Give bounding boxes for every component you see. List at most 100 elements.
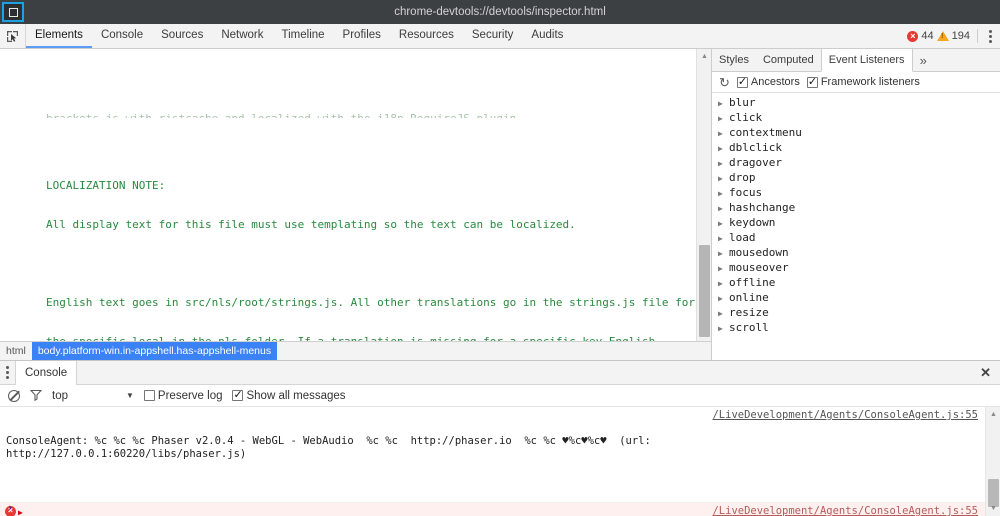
console-message-text: ConsoleAgent: %c %c %c Phaser v2.0.4 - W… bbox=[6, 435, 982, 461]
listener-item[interactable]: ▶focus bbox=[712, 186, 1000, 201]
listener-item[interactable]: ▶contextmenu bbox=[712, 126, 1000, 141]
listener-label: resize bbox=[729, 306, 769, 319]
listener-item[interactable]: ▶load bbox=[712, 231, 1000, 246]
tab-event-listeners[interactable]: Event Listeners bbox=[821, 49, 913, 72]
event-listeners-toolbar: ↻ Ancestors Framework listeners bbox=[712, 72, 1000, 93]
expand-arrow-icon[interactable]: ▶ bbox=[718, 97, 726, 111]
drawer-tab-console[interactable]: Console bbox=[15, 361, 77, 385]
listener-item[interactable]: ▶blur bbox=[712, 96, 1000, 111]
tab-network[interactable]: Network bbox=[212, 24, 272, 48]
listener-item[interactable]: ▶resize bbox=[712, 306, 1000, 321]
framework-listeners-checkbox[interactable]: Framework listeners bbox=[807, 76, 920, 88]
framework-listeners-label: Framework listeners bbox=[821, 76, 920, 88]
filter-icon[interactable] bbox=[30, 389, 42, 403]
listener-label: dragover bbox=[729, 156, 782, 169]
ancestors-label: Ancestors bbox=[751, 76, 800, 88]
expand-arrow-icon[interactable]: ▶ bbox=[718, 202, 726, 216]
tab-sources[interactable]: Sources bbox=[152, 24, 212, 48]
console-message-source-link[interactable]: /LiveDevelopment/Agents/ConsoleAgent.js:… bbox=[712, 409, 978, 422]
kebab-menu-icon[interactable] bbox=[985, 30, 996, 43]
tab-timeline[interactable]: Timeline bbox=[273, 24, 334, 48]
ancestors-checkbox[interactable]: Ancestors bbox=[737, 76, 800, 88]
drawer-tab-strip: Console ✕ bbox=[0, 361, 1000, 385]
listener-item[interactable]: ▶dblclick bbox=[712, 141, 1000, 156]
expand-arrow-icon[interactable]: ▶ bbox=[718, 262, 726, 276]
clear-console-icon[interactable] bbox=[8, 390, 20, 402]
tab-computed[interactable]: Computed bbox=[756, 49, 821, 71]
expand-arrow-icon[interactable]: ▶ bbox=[718, 187, 726, 201]
chevron-down-icon[interactable]: ▼ bbox=[126, 391, 134, 400]
sidebar-more-tabs-icon[interactable]: » bbox=[913, 49, 934, 71]
error-count-badge[interactable]: × 44 bbox=[907, 30, 933, 42]
close-drawer-icon[interactable]: ✕ bbox=[971, 361, 1000, 384]
refresh-icon[interactable]: ↻ bbox=[719, 76, 730, 89]
styles-sidebar: Styles Computed Event Listeners » ↻ Ance… bbox=[711, 49, 1000, 360]
show-all-messages-checkbox[interactable]: Show all messages bbox=[232, 390, 345, 402]
drawer-menu-icon[interactable] bbox=[0, 361, 15, 384]
listener-item[interactable]: ▶offline bbox=[712, 276, 1000, 291]
tab-profiles[interactable]: Profiles bbox=[334, 24, 390, 48]
tab-resources[interactable]: Resources bbox=[390, 24, 463, 48]
expand-arrow-icon[interactable]: ▶ bbox=[718, 292, 726, 306]
scroll-down-icon[interactable]: ▼ bbox=[986, 501, 1000, 516]
listener-item[interactable]: ▶keydown bbox=[712, 216, 1000, 231]
expand-arrow-icon[interactable]: ▶ bbox=[718, 127, 726, 141]
tree-line: brackets.js with rjstcache and localized… bbox=[0, 112, 711, 118]
listener-item[interactable]: ▶dragover bbox=[712, 156, 1000, 171]
error-icon: × bbox=[907, 31, 918, 42]
elements-vertical-scrollbar[interactable]: ▲ ▼ bbox=[696, 49, 711, 360]
listener-item[interactable]: ▶scroll bbox=[712, 321, 1000, 336]
listener-label: mousedown bbox=[729, 246, 789, 259]
tree-line: All display text for this file must use … bbox=[0, 218, 711, 231]
toolbar-divider bbox=[977, 29, 978, 43]
expand-arrow-icon[interactable]: ▶ bbox=[718, 172, 726, 186]
scroll-up-icon[interactable]: ▲ bbox=[986, 407, 1000, 422]
listener-item[interactable]: ▶drop bbox=[712, 171, 1000, 186]
warning-count-badge[interactable]: 194 bbox=[937, 30, 970, 42]
checkbox-box bbox=[144, 390, 155, 401]
expand-arrow-icon[interactable]: ▶ bbox=[718, 232, 726, 246]
inspect-element-icon[interactable] bbox=[0, 24, 26, 48]
preserve-log-checkbox[interactable]: Preserve log bbox=[144, 390, 223, 402]
listener-label: blur bbox=[729, 96, 756, 109]
expand-arrow-icon[interactable]: ▶ bbox=[718, 217, 726, 231]
expand-arrow-icon[interactable]: ▶ bbox=[718, 142, 726, 156]
breadcrumb: html body.platform-win.in-appshell.has-a… bbox=[0, 341, 711, 360]
tab-elements[interactable]: Elements bbox=[26, 24, 92, 48]
breadcrumb-item-html[interactable]: html bbox=[0, 342, 32, 360]
expand-arrow-icon[interactable]: ▶ bbox=[718, 277, 726, 291]
console-prompt[interactable]: › bbox=[0, 502, 985, 516]
expand-arrow-icon[interactable]: ▶ bbox=[718, 307, 726, 321]
expand-arrow-icon[interactable]: ▶ bbox=[718, 112, 726, 126]
console-toolbar: top ▼ Preserve log Show all messages bbox=[0, 385, 1000, 407]
tab-console[interactable]: Console bbox=[92, 24, 152, 48]
tree-line: English text goes in src/nls/root/string… bbox=[0, 296, 711, 309]
execution-context-selector[interactable]: top bbox=[52, 390, 68, 402]
listener-item[interactable]: ▶hashchange bbox=[712, 201, 1000, 216]
breadcrumb-item-body[interactable]: body.platform-win.in-appshell.has-appshe… bbox=[32, 342, 277, 360]
console-message[interactable]: ConsoleAgent: %c %c %c Phaser v2.0.4 - W… bbox=[0, 407, 1000, 503]
expand-arrow-icon[interactable]: ▶ bbox=[718, 322, 726, 336]
tabstrip-right-controls: × 44 194 bbox=[907, 24, 1000, 48]
console-message-list[interactable]: ConsoleAgent: %c %c %c Phaser v2.0.4 - W… bbox=[0, 407, 1000, 516]
dom-tree[interactable]: brackets.js with rjstcache and localized… bbox=[0, 49, 711, 360]
listener-item[interactable]: ▶mousedown bbox=[712, 246, 1000, 261]
console-vertical-scrollbar[interactable]: ▲ ▼ bbox=[985, 407, 1000, 516]
expand-arrow-icon[interactable]: ▶ bbox=[718, 157, 726, 171]
scrollbar-thumb[interactable] bbox=[699, 245, 710, 337]
error-count-label: 44 bbox=[921, 30, 933, 42]
listener-label: keydown bbox=[729, 216, 775, 229]
tab-styles[interactable]: Styles bbox=[712, 49, 756, 71]
listener-label: contextmenu bbox=[729, 126, 802, 139]
devtools-tab-strip: Elements Console Sources Network Timelin… bbox=[0, 24, 1000, 49]
listener-item[interactable]: ▶click bbox=[712, 111, 1000, 126]
scroll-up-icon[interactable]: ▲ bbox=[697, 49, 711, 64]
listener-item[interactable]: ▶mouseover bbox=[712, 261, 1000, 276]
tab-security[interactable]: Security bbox=[463, 24, 523, 48]
checkbox-box bbox=[232, 390, 243, 401]
warning-icon bbox=[937, 31, 949, 41]
tab-audits[interactable]: Audits bbox=[522, 24, 572, 48]
listener-item[interactable]: ▶online bbox=[712, 291, 1000, 306]
window-title: chrome-devtools://devtools/inspector.htm… bbox=[0, 6, 1000, 18]
expand-arrow-icon[interactable]: ▶ bbox=[718, 247, 726, 261]
